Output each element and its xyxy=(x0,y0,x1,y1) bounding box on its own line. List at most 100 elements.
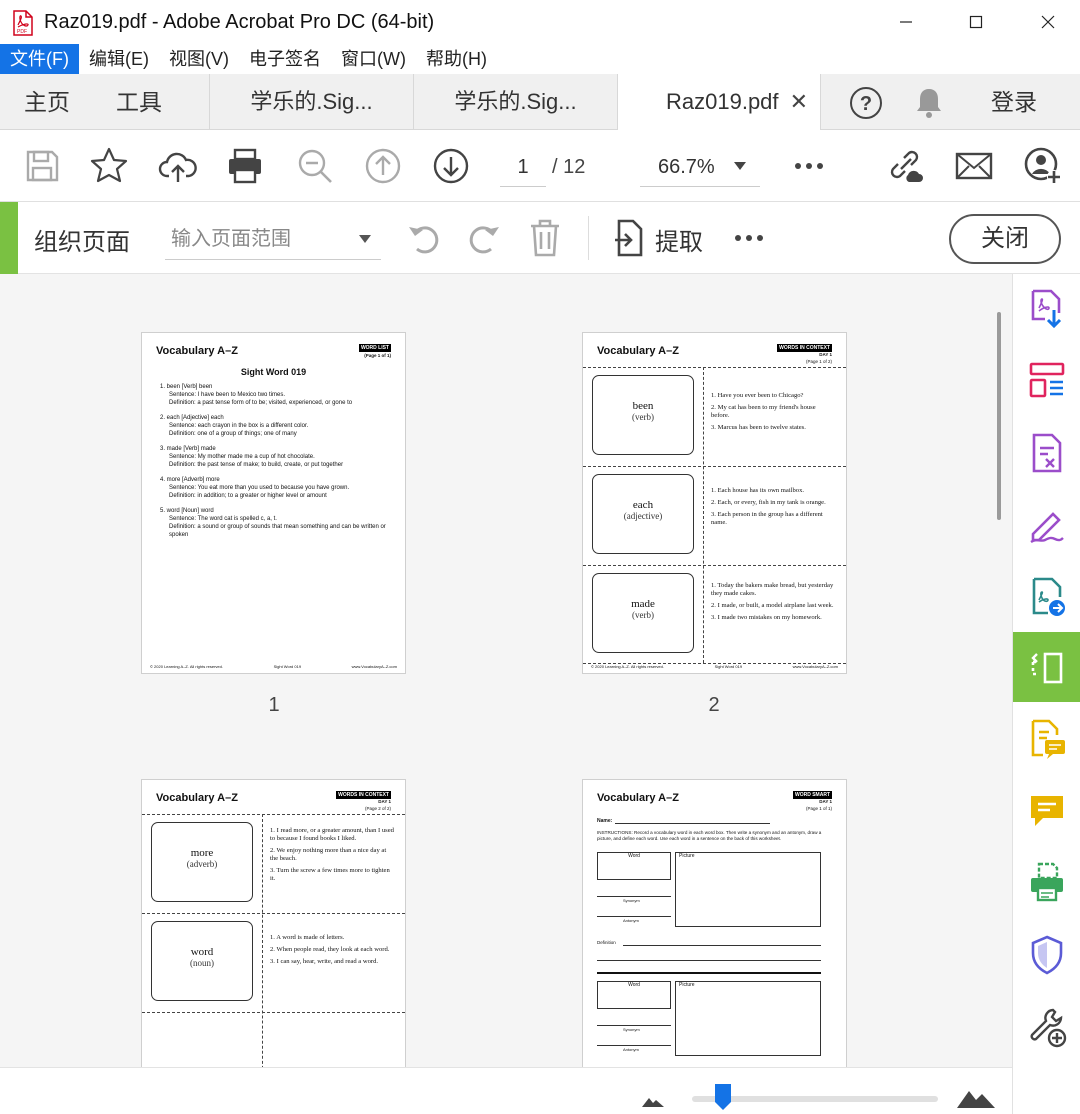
print-production-icon xyxy=(1031,862,1063,902)
page-number-input[interactable]: 1 xyxy=(500,147,546,187)
cut-line xyxy=(583,565,846,566)
bell-icon[interactable] xyxy=(914,86,944,120)
cloud-upload-icon[interactable] xyxy=(158,146,198,186)
sentence-list: 1. Today the bakers make bread, but yest… xyxy=(711,582,835,626)
page-sub-2: (Page 1 of 1) xyxy=(805,806,832,811)
sign-tool[interactable] xyxy=(1013,490,1080,560)
antonym-label: Antonym xyxy=(623,918,639,923)
sentence-list: 1. Have you ever been to Chicago? 2. My … xyxy=(711,392,835,436)
delete-icon[interactable] xyxy=(527,218,563,258)
page-range-input[interactable]: 输入页面范围 xyxy=(165,218,381,260)
page-number-2: 2 xyxy=(708,694,720,716)
entry-sentence: Sentence: each crayon in the box is a di… xyxy=(169,423,309,429)
sentence: 2. My cat has been to my friend's house … xyxy=(711,404,816,419)
rotate-left-icon[interactable] xyxy=(405,219,443,257)
close-window-button[interactable] xyxy=(1028,8,1068,36)
name-line xyxy=(615,823,770,824)
page-thumbnails-area[interactable]: Vocabulary A–Z WORD LIST (Page 1 of 1) S… xyxy=(0,274,1012,1067)
menu-esign[interactable]: 电子签名 xyxy=(239,44,331,74)
footer-mid: Sight Word 019 xyxy=(714,664,743,669)
rotate-right-icon[interactable] xyxy=(465,219,503,257)
zoom-input[interactable]: 66.7% xyxy=(640,147,760,187)
sentence: 3. I made two mistakes on my homework. xyxy=(711,614,822,621)
send-pdf-tool[interactable] xyxy=(1013,562,1080,632)
zoom-out-icon[interactable] xyxy=(295,146,335,186)
tab-close-icon[interactable]: ✕ xyxy=(790,74,808,130)
entry-sentence: Sentence: The word cat is spelled c, a, … xyxy=(169,516,277,522)
sentence: 2. I made, or built, a model airplane la… xyxy=(711,602,834,609)
page-thumbnail-2[interactable]: Vocabulary A–Z WORDS IN CONTEXT DAY 1 (P… xyxy=(582,332,847,674)
menu-file[interactable]: 文件(F) xyxy=(0,44,79,74)
organize-more-icon[interactable] xyxy=(733,228,765,248)
sentence: 3. Each person in the group has a differ… xyxy=(711,511,823,526)
tab-home[interactable]: 主页 xyxy=(24,74,70,130)
name-label: Name: xyxy=(597,818,613,824)
instructions: INSTRUCTIONS: Record a vocabulary word i… xyxy=(597,830,822,841)
mountain-small-icon[interactable] xyxy=(641,1094,665,1108)
tab-doc-1[interactable]: 学乐的.Sig... xyxy=(209,74,413,130)
page-logo: Vocabulary A–Z xyxy=(597,345,679,357)
menu-window[interactable]: 窗口(W) xyxy=(331,44,416,74)
menu-bar: 文件(F) 编辑(E) 视图(V) 电子签名 窗口(W) 帮助(H) xyxy=(0,44,1080,74)
email-icon[interactable] xyxy=(954,146,994,186)
login-button[interactable]: 登录 xyxy=(991,74,1037,130)
range-dropdown-icon[interactable] xyxy=(358,234,372,244)
page-thumbnail-3[interactable]: Vocabulary A–Z WORDS IN CONTEXT DAY 1 (P… xyxy=(141,779,406,1067)
word-card: each (adjective) xyxy=(592,474,694,554)
footer-right: www.VocabularyA–Z.com xyxy=(792,664,838,669)
page-sub: (Page 1 of 1) xyxy=(364,353,391,358)
slider-thumb[interactable] xyxy=(714,1083,732,1111)
page-footer: © 2020 Learning A–Z. All rights reserved… xyxy=(150,664,397,669)
mountain-large-icon[interactable] xyxy=(956,1085,996,1109)
sentence: 1. Today the bakers make bread, but yest… xyxy=(711,582,834,597)
extract-button[interactable]: 提取 xyxy=(655,222,703,257)
right-tools-panel xyxy=(1012,274,1080,1114)
vertical-scrollbar[interactable] xyxy=(997,312,1001,520)
help-icon[interactable]: ? xyxy=(849,86,883,120)
maximize-button[interactable] xyxy=(956,8,996,36)
menu-edit[interactable]: 编辑(E) xyxy=(79,44,159,74)
menu-help[interactable]: 帮助(H) xyxy=(416,44,497,74)
print-icon[interactable] xyxy=(225,146,265,186)
add-user-icon[interactable] xyxy=(1023,146,1063,186)
tab-doc-2[interactable]: 学乐的.Sig... xyxy=(413,74,617,130)
synonym-line xyxy=(597,896,671,897)
protect-tool[interactable] xyxy=(1013,920,1080,990)
definition-label: Definition xyxy=(597,940,616,945)
entry-definition: Definition: one of a group of things; on… xyxy=(169,431,297,437)
print-production-tool[interactable] xyxy=(1013,848,1080,918)
page-down-icon[interactable] xyxy=(431,146,471,186)
word-card: more (adverb) xyxy=(151,822,253,902)
page-thumbnail-1[interactable]: Vocabulary A–Z WORD LIST (Page 1 of 1) S… xyxy=(141,332,406,674)
card-word: each xyxy=(632,499,654,511)
word-card: been (verb) xyxy=(592,375,694,455)
extract-icon[interactable] xyxy=(611,218,647,258)
more-icon[interactable] xyxy=(789,146,829,186)
organize-pages-icon xyxy=(1031,652,1063,684)
organize-layout-tool[interactable] xyxy=(1013,346,1080,416)
minimize-button[interactable] xyxy=(886,8,926,36)
page-title: Sight Word 019 xyxy=(240,367,307,377)
edit-pdf-tool[interactable] xyxy=(1013,418,1080,488)
comment-file-tool[interactable] xyxy=(1013,704,1080,774)
save-icon[interactable] xyxy=(22,146,62,186)
star-icon[interactable] xyxy=(89,146,129,186)
share-link-icon[interactable] xyxy=(884,146,924,186)
tab-tools[interactable]: 工具 xyxy=(116,74,162,130)
tab-doc-3[interactable]: Raz019.pdf ✕ xyxy=(617,74,821,131)
export-pdf-tool[interactable] xyxy=(1013,274,1080,344)
organize-pages-tool[interactable] xyxy=(1013,632,1080,702)
organize-pages-bar: 组织页面 输入页面范围 提取 关闭 xyxy=(0,202,1080,274)
pen-sign-icon xyxy=(1030,512,1064,544)
page-thumbnail-4[interactable]: Vocabulary A–Z WORD SMART DAY 1 (Page 1 … xyxy=(582,779,847,1067)
more-tools[interactable] xyxy=(1013,992,1080,1062)
menu-view[interactable]: 视图(V) xyxy=(159,44,239,74)
synonym-line xyxy=(597,1025,671,1026)
sentence: 1. A word is made of letters. xyxy=(270,934,345,941)
close-organize-button[interactable]: 关闭 xyxy=(949,214,1061,264)
page-up-icon[interactable] xyxy=(363,146,403,186)
comment-tool[interactable] xyxy=(1013,776,1080,846)
export-pdf-icon xyxy=(1031,289,1062,329)
entry-definition: Definition: a past tense form of to be; … xyxy=(169,400,353,406)
page-logo: Vocabulary A–Z xyxy=(156,792,238,804)
